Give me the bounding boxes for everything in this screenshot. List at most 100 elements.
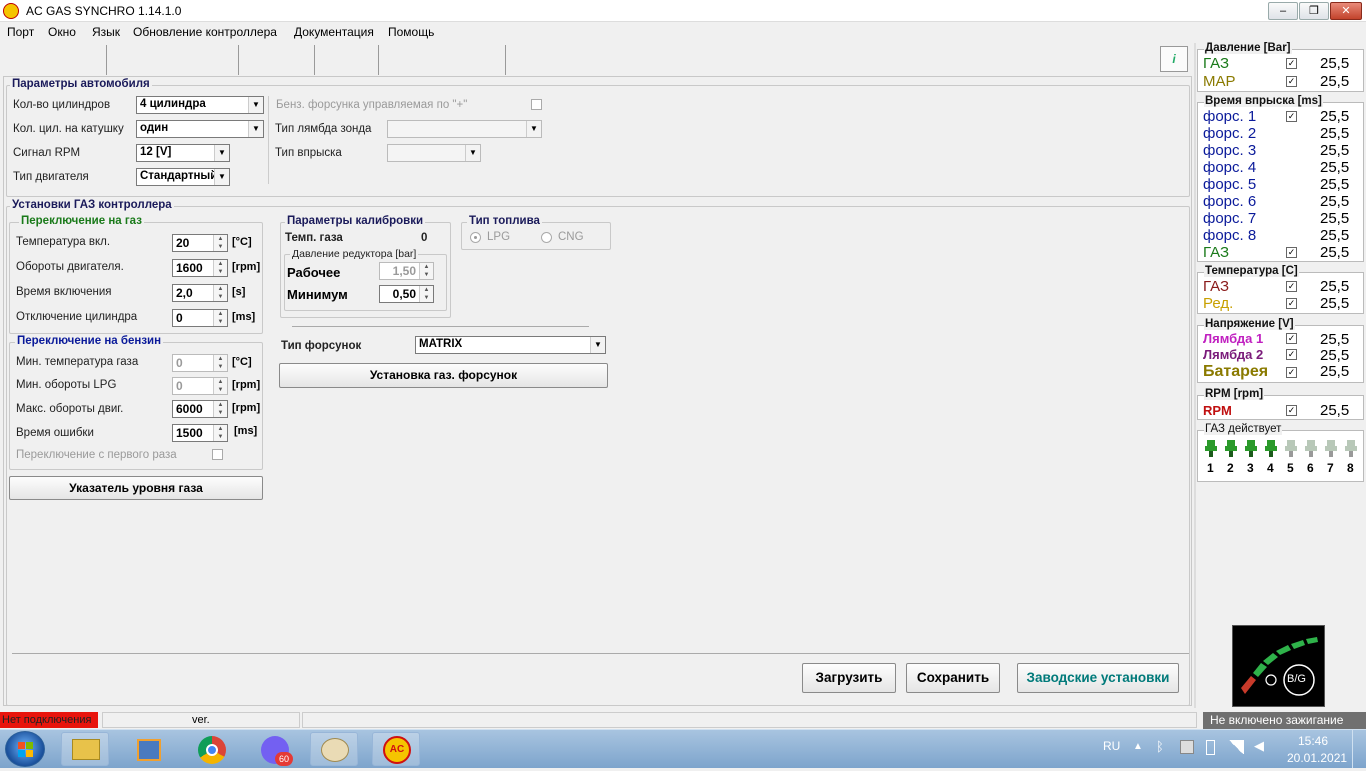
max-rpm-input[interactable]: 6000 ▲ ▼ (172, 400, 228, 418)
show-desktop-button[interactable] (1352, 730, 1366, 768)
gas-switch-badge[interactable]: B/G (1232, 625, 1325, 707)
clock-time[interactable]: 15:46 (1298, 734, 1328, 748)
injector-9-checkbox[interactable]: ✓ (1286, 247, 1297, 258)
battery-name: Батарея (1203, 363, 1269, 380)
toolbar-tab-3[interactable] (239, 45, 315, 75)
divider (12, 653, 1189, 654)
spinner-arrows-icon[interactable]: ▲ ▼ (213, 401, 227, 417)
injector-1-value: 25,5 (1320, 108, 1350, 125)
injector-1-checkbox[interactable]: ✓ (1286, 111, 1297, 122)
cylinders-select[interactable]: 4 цилиндра ▼ (136, 96, 264, 114)
clock-date[interactable]: 20.01.2021 (1287, 751, 1347, 765)
injector-8-name: форс. 8 (1203, 227, 1257, 244)
injector-type-select[interactable]: MATRIX ▼ (415, 336, 606, 354)
ac-gas-taskbar-button[interactable]: AC (372, 732, 420, 766)
title-bar: AC GAS SYNCHRO 1.14.1.0 – ❐ ✕ (0, 0, 1366, 22)
injector-1-label: 1 (1207, 461, 1214, 475)
pressure-map-checkbox[interactable]: ✓ (1286, 76, 1297, 87)
switch-to-gas-title: Переключение на газ (19, 215, 144, 227)
toolbar-tab-1[interactable] (0, 45, 107, 75)
lambda-select[interactable]: ▼ (387, 120, 542, 138)
menu-help[interactable]: Помощь (388, 25, 434, 39)
injector-6-label: 6 (1307, 461, 1314, 475)
lambda2-value: 25,5 (1320, 347, 1350, 364)
network-error-icon[interactable] (1180, 740, 1194, 754)
language-indicator[interactable]: RU (1103, 739, 1120, 753)
spinner-arrows-icon[interactable]: ▲ ▼ (213, 285, 227, 301)
rpm-signal-select[interactable]: 12 [V] ▼ (136, 144, 230, 162)
temp-on-input[interactable]: 20 ▲ ▼ (172, 234, 228, 252)
gas-level-button[interactable]: Указатель уровня газа (9, 476, 263, 500)
menu-window[interactable]: Окно (48, 25, 76, 39)
engine-type-select[interactable]: Стандартный ▼ (136, 168, 230, 186)
media-player-taskbar-button[interactable] (124, 732, 172, 766)
gas-injector-setup-button[interactable]: Установка газ. форсунок (279, 363, 608, 388)
viber-taskbar-button[interactable]: 60 (250, 732, 298, 766)
cng-radio[interactable] (541, 232, 552, 243)
min-gas-temp-input[interactable]: 0 ▲ ▼ (172, 354, 228, 372)
temp-reducer-checkbox[interactable]: ✓ (1286, 298, 1297, 309)
load-button[interactable]: Загрузить (802, 663, 896, 693)
injection-select[interactable]: ▼ (387, 144, 481, 162)
volume-icon[interactable]: ◀ (1254, 738, 1264, 754)
injector-8-label: 8 (1347, 461, 1354, 475)
min-lpg-rpm-input[interactable]: 0 ▲ ▼ (172, 377, 228, 395)
engine-rpm-input[interactable]: 1600 ▲ ▼ (172, 259, 228, 277)
factory-settings-button[interactable]: Заводские установки (1017, 663, 1179, 693)
bluetooth-icon[interactable]: ᛒ (1156, 739, 1164, 754)
minimum-pressure-input[interactable]: 0,50 ▲ ▼ (379, 285, 434, 303)
spinner-arrows-icon[interactable]: ▲ ▼ (213, 235, 227, 251)
rpm-checkbox[interactable]: ✓ (1286, 405, 1297, 416)
spinner-arrows-icon[interactable]: ▲ ▼ (419, 286, 433, 302)
close-button[interactable]: ✕ (1330, 2, 1362, 20)
paint-taskbar-button[interactable] (310, 732, 358, 766)
restore-button[interactable]: ❐ (1299, 2, 1329, 20)
petrol-injector-checkbox[interactable] (531, 99, 542, 110)
save-button[interactable]: Сохранить (906, 663, 1000, 693)
start-button[interactable] (5, 731, 45, 767)
pressure-map-name: MAP (1203, 73, 1236, 90)
status-bar: Нет подключения ver. Не включено зажиган… (0, 711, 1366, 729)
injector-4-label: 4 (1267, 461, 1274, 475)
spinner-arrows-icon[interactable]: ▲ ▼ (213, 260, 227, 276)
switch-time-input[interactable]: 2,0 ▲ ▼ (172, 284, 228, 302)
injector-6-icon (1304, 440, 1318, 458)
error-time-input[interactable]: 1500 ▲ ▼ (172, 424, 228, 442)
toolbar-tab-5[interactable] (379, 45, 506, 75)
menu-port[interactable]: Порт (7, 25, 34, 39)
spinner-arrows-icon[interactable]: ▲ ▼ (213, 378, 227, 394)
chrome-taskbar-button[interactable] (187, 732, 235, 766)
temp-reducer-name: Ред. (1203, 295, 1234, 312)
menu-update-controller[interactable]: Обновление контроллера (133, 25, 277, 39)
spinner-arrows-icon[interactable]: ▲ ▼ (419, 263, 433, 279)
rpm-name: RPM (1203, 403, 1232, 418)
temp-gas-checkbox[interactable]: ✓ (1286, 281, 1297, 292)
spinner-arrows-icon[interactable]: ▲ ▼ (213, 425, 227, 441)
working-pressure-input[interactable]: 1,50 ▲ ▼ (379, 262, 434, 280)
lambda1-checkbox[interactable]: ✓ (1286, 333, 1297, 344)
tray-expand-icon[interactable]: ▲ (1133, 741, 1143, 752)
minimize-button[interactable]: – (1268, 2, 1298, 20)
battery-checkbox[interactable]: ✓ (1286, 367, 1297, 378)
engine-rpm-value: 1600 (176, 261, 203, 275)
toolbar-tab-2[interactable] (107, 45, 239, 75)
lambda2-checkbox[interactable]: ✓ (1286, 349, 1297, 360)
menu-language[interactable]: Язык (92, 25, 120, 39)
first-time-checkbox[interactable] (212, 449, 223, 460)
explorer-taskbar-button[interactable] (61, 732, 109, 766)
coil-select[interactable]: один ▼ (136, 120, 264, 138)
menu-bar: Порт Окно Язык Обновление контроллера До… (0, 22, 1366, 42)
spinner-arrows-icon[interactable]: ▲ ▼ (213, 310, 227, 326)
spinner-arrows-icon[interactable]: ▲ ▼ (213, 355, 227, 371)
toolbar-tab-4[interactable] (315, 45, 379, 75)
injector-6-value: 25,5 (1320, 193, 1350, 210)
signal-icon[interactable] (1228, 740, 1244, 754)
battery-icon[interactable] (1206, 740, 1215, 755)
fuel-type-title: Тип топлива (467, 215, 542, 227)
info-icon[interactable]: i (1160, 46, 1188, 72)
pressure-gas-checkbox[interactable]: ✓ (1286, 58, 1297, 69)
cylinder-off-input[interactable]: 0 ▲ ▼ (172, 309, 228, 327)
lpg-radio[interactable] (470, 232, 481, 243)
menu-documentation[interactable]: Документация (294, 25, 374, 39)
app-logo-icon (3, 3, 19, 19)
